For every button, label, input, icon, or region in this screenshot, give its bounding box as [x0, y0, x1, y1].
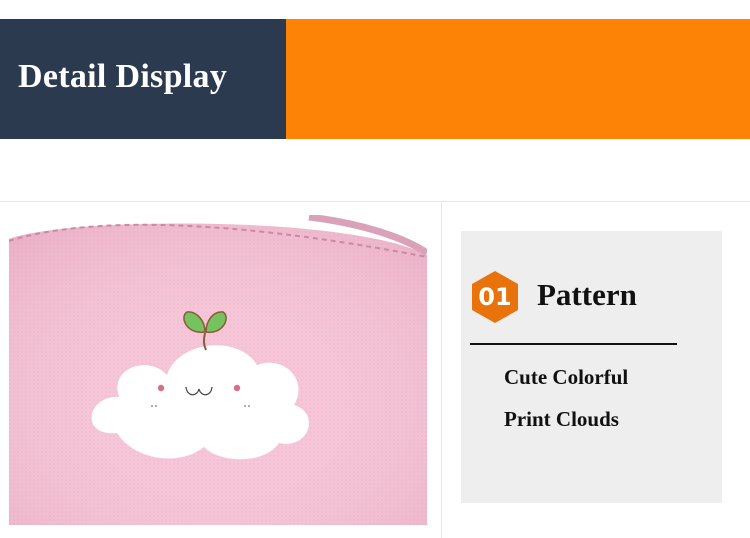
header-title-panel: Detail Display: [0, 19, 286, 139]
header-banner: Detail Display: [0, 19, 750, 139]
product-detail-photo: [9, 215, 427, 525]
cloud-print-image: [9, 215, 427, 525]
header-accent-panel: [286, 19, 750, 139]
feature-description-line: Print Clouds: [504, 407, 619, 431]
feature-number: 01: [478, 283, 512, 311]
feature-number-badge: 01: [470, 270, 520, 324]
feature-title-underline: [470, 343, 677, 345]
page-title: Detail Display: [18, 58, 228, 95]
feature-description-line: Cute Colorful: [504, 365, 629, 389]
feature-title: Pattern: [537, 277, 637, 312]
